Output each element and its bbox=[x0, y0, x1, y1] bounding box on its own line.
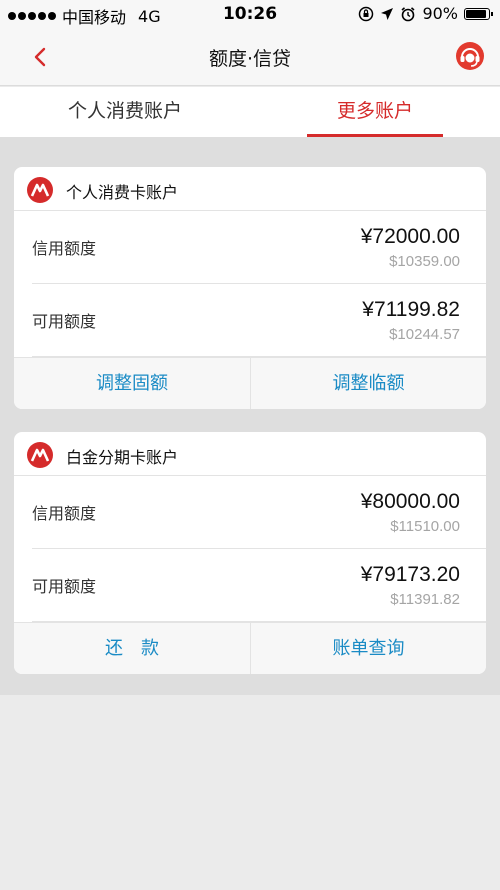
tab-label: 更多账户 bbox=[336, 100, 413, 122]
tab-label: 个人消费账户 bbox=[67, 100, 182, 122]
cny-amount: ¥79173.20 bbox=[360, 563, 460, 586]
available-limit-row: 可用额度 ¥71199.82 $10244.57 bbox=[32, 284, 486, 357]
cny-amount: ¥80000.00 bbox=[360, 490, 460, 513]
bank-logo-icon bbox=[27, 177, 53, 203]
credit-limit-row: 信用额度 ¥80000.00 $11510.00 bbox=[32, 476, 486, 549]
account-card-platinum: 白金分期卡账户 信用额度 ¥80000.00 $11510.00 可用额度 ¥7… bbox=[14, 432, 486, 674]
row-label: 可用额度 bbox=[32, 312, 97, 331]
available-limit-row: 可用额度 ¥79173.20 $11391.82 bbox=[32, 549, 486, 622]
location-icon bbox=[381, 7, 394, 20]
status-right: 90% bbox=[358, 4, 493, 23]
row-label: 信用额度 bbox=[32, 239, 97, 258]
orientation-lock-icon bbox=[359, 6, 374, 21]
card-header: 个人消费卡账户 bbox=[14, 167, 486, 211]
usd-amount: $11510.00 bbox=[390, 518, 460, 535]
battery-percent: 90% bbox=[422, 4, 458, 23]
card-actions: 还 款 账单查询 bbox=[14, 622, 486, 674]
card-actions: 调整固额 调整临额 bbox=[14, 357, 486, 409]
credit-limit-row: 信用额度 ¥72000.00 $10359.00 bbox=[32, 211, 486, 284]
repay-button[interactable]: 还 款 bbox=[14, 623, 250, 674]
tab-more-accounts[interactable]: 更多账户 bbox=[250, 87, 500, 137]
adjust-fixed-limit-button[interactable]: 调整固额 bbox=[14, 358, 250, 409]
status-bar: 中国移动 4G 10:26 90% bbox=[0, 0, 500, 28]
account-tabs: 个人消费账户 更多账户 bbox=[0, 87, 500, 137]
content-area: 个人消费卡账户 信用额度 ¥72000.00 $10359.00 可用额度 ¥7… bbox=[0, 137, 500, 695]
bill-query-button[interactable]: 账单查询 bbox=[250, 623, 486, 674]
cny-amount: ¥72000.00 bbox=[360, 225, 460, 248]
row-label: 可用额度 bbox=[32, 577, 97, 596]
account-card-personal: 个人消费卡账户 信用额度 ¥72000.00 $10359.00 可用额度 ¥7… bbox=[14, 167, 486, 409]
card-title: 个人消费卡账户 bbox=[66, 183, 179, 202]
card-title: 白金分期卡账户 bbox=[66, 448, 179, 467]
adjust-temp-limit-button[interactable]: 调整临额 bbox=[250, 358, 486, 409]
bank-logo-icon bbox=[27, 442, 53, 468]
nav-bar: 额度·信贷 bbox=[0, 28, 500, 86]
battery-icon bbox=[464, 7, 493, 20]
tab-personal-consumer[interactable]: 个人消费账户 bbox=[0, 87, 250, 137]
row-label: 信用额度 bbox=[32, 504, 97, 523]
alarm-icon bbox=[401, 6, 415, 21]
usd-amount: $11391.82 bbox=[390, 591, 460, 608]
page-title: 额度·信贷 bbox=[208, 48, 292, 70]
cny-amount: ¥71199.82 bbox=[362, 298, 460, 321]
usd-amount: $10359.00 bbox=[389, 253, 460, 270]
card-header: 白金分期卡账户 bbox=[14, 432, 486, 476]
usd-amount: $10244.57 bbox=[389, 326, 460, 343]
headset-icon bbox=[456, 42, 484, 70]
customer-service-button[interactable] bbox=[454, 40, 486, 72]
